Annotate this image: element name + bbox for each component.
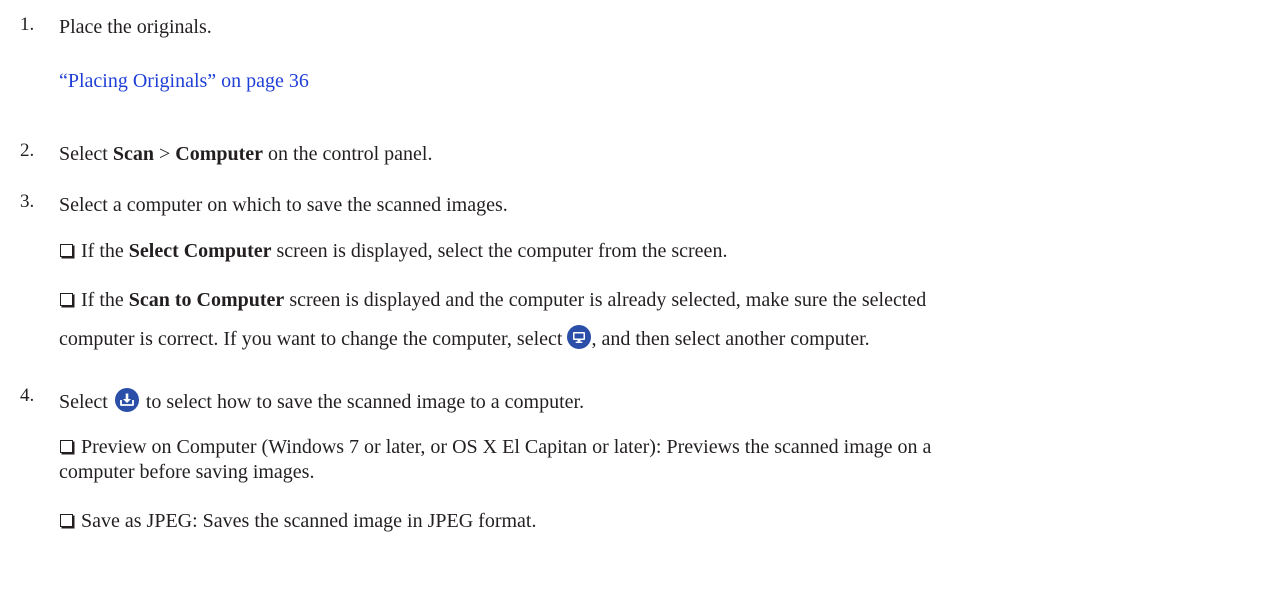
text-segment: Save as JPEG: Saves the scanned image in… (81, 510, 537, 532)
checkbox-bullet-icon (60, 440, 73, 453)
list-item: If the Select Computer screen is display… (60, 240, 1253, 262)
checkbox-bullet-icon (60, 293, 73, 306)
text-segment: screen is displayed, select the computer… (271, 240, 728, 262)
text-segment: , and then select another computer. (591, 328, 870, 350)
text-segment: Preview on Computer (Windows 7 or later,… (81, 436, 932, 458)
select-computer-term: Select Computer (128, 240, 272, 262)
step-number: 1. (20, 14, 35, 35)
text-segment: If the (81, 289, 129, 311)
list-item-continuation: computer before saving images. (59, 461, 1253, 483)
list-item: Save as JPEG: Saves the scanned image in… (60, 510, 1253, 532)
placing-originals-link[interactable]: “Placing Originals” on page 36 (59, 70, 309, 93)
computer-icon (567, 325, 592, 349)
menu-computer-term: Computer (175, 143, 264, 165)
text-segment: > (154, 143, 176, 165)
step-number: 4. (20, 385, 35, 406)
list-item: Preview on Computer (Windows 7 or later,… (60, 436, 1253, 458)
text-segment: Select (59, 143, 113, 165)
step-text: Select a computer on which to save the s… (59, 194, 508, 216)
step-text: Select to select how to save the scanned… (59, 388, 584, 414)
text-segment: to select how to save the scanned image … (140, 391, 585, 413)
text-segment: computer before saving images. (59, 461, 315, 483)
step-number: 2. (20, 140, 35, 161)
menu-scan-term: Scan (112, 143, 154, 165)
list-item: If the Scan to Computer screen is displa… (60, 289, 1253, 311)
scan-to-computer-term: Scan to Computer (128, 289, 285, 311)
save-download-icon (114, 388, 139, 412)
text-segment: Select (59, 391, 113, 413)
text-segment: computer is correct. If you want to chan… (59, 328, 568, 350)
step-number: 3. (20, 191, 35, 212)
text-segment: screen is displayed and the computer is … (284, 289, 927, 311)
text-segment: on the control panel. (263, 143, 433, 165)
step-text: Place the originals. (59, 16, 212, 38)
text-segment: If the (81, 240, 129, 262)
checkbox-bullet-icon (60, 244, 73, 257)
checkbox-bullet-icon (60, 514, 73, 527)
list-item-continuation: computer is correct. If you want to chan… (59, 325, 1253, 350)
step-text: Select Scan > Computer on the control pa… (59, 143, 432, 166)
